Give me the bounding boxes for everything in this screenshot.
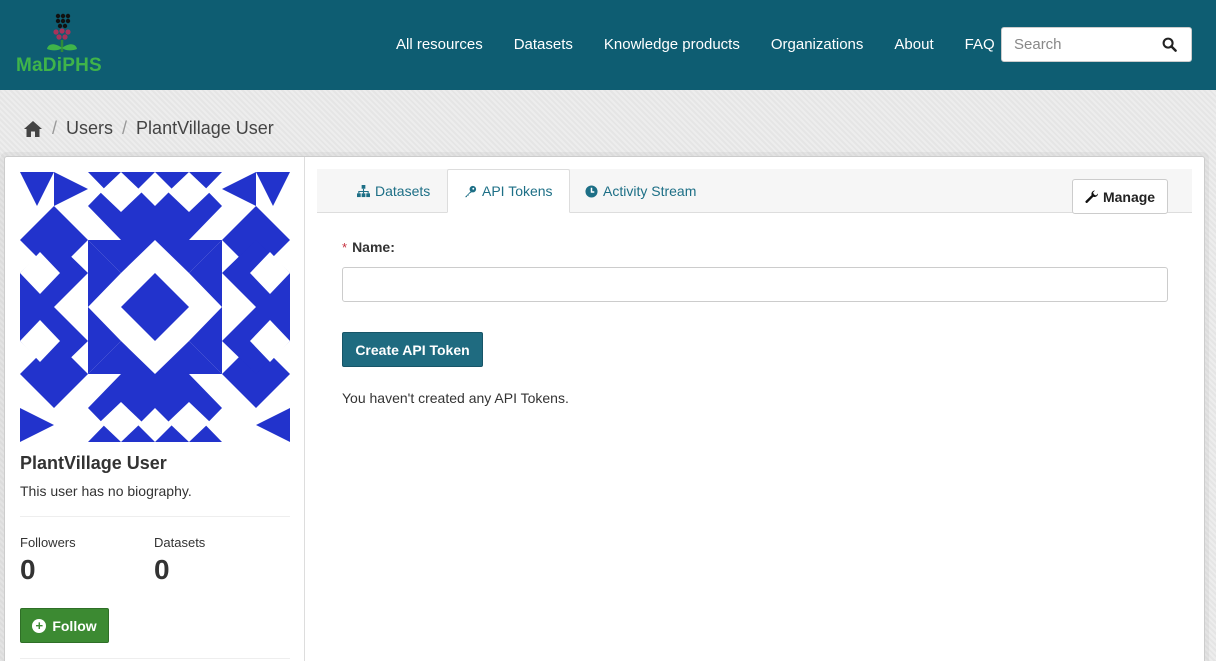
nav-faq[interactable]: FAQ — [965, 36, 995, 53]
datasets-stat: Datasets 0 — [154, 535, 205, 586]
empty-tokens-message: You haven't created any API Tokens. — [342, 390, 569, 406]
profile-sidebar: PlantVillage User This user has no biogr… — [5, 157, 305, 661]
followers-count: 0 — [20, 554, 36, 585]
tab-activity-stream[interactable]: Activity Stream — [569, 169, 712, 213]
logo-text: MaDiPHS — [16, 55, 102, 76]
tab-api-tokens-label: API Tokens — [482, 183, 553, 199]
avatar — [20, 172, 290, 442]
required-mark: * — [342, 240, 348, 255]
divider — [20, 658, 290, 659]
search-box — [1001, 27, 1192, 62]
nav-knowledge-products[interactable]: Knowledge products — [604, 36, 740, 53]
home-icon[interactable] — [23, 120, 43, 138]
nav-about[interactable]: About — [894, 36, 933, 53]
manage-button[interactable]: Manage — [1072, 179, 1168, 214]
user-bio: This user has no biography. — [20, 483, 192, 499]
key-icon — [464, 185, 477, 197]
content-wrapper: PlantVillage User This user has no biogr… — [4, 156, 1205, 661]
user-name: PlantVillage User — [20, 453, 167, 473]
datasets-count: 0 — [154, 554, 170, 585]
tab-api-tokens[interactable]: API Tokens — [447, 169, 570, 213]
name-field-label: * Name: — [342, 239, 395, 255]
tab-activity-stream-label: Activity Stream — [603, 183, 697, 199]
divider — [20, 516, 290, 517]
wrench-icon — [1085, 189, 1098, 203]
follow-button[interactable]: + Follow — [20, 608, 109, 643]
tab-datasets[interactable]: Datasets — [341, 169, 446, 213]
name-label-text: Name: — [352, 239, 395, 255]
create-api-token-button[interactable]: Create API Token — [342, 332, 483, 367]
breadcrumb-separator: / — [52, 118, 58, 138]
site-logo[interactable]: MaDiPHS — [14, 12, 114, 78]
manage-label: Manage — [1102, 188, 1156, 205]
followers-stat: Followers 0 — [20, 535, 76, 586]
token-name-input[interactable] — [342, 267, 1168, 302]
main-nav: All resources Datasets Knowledge product… — [396, 36, 1026, 53]
breadcrumb-separator: / — [122, 118, 128, 138]
breadcrumb-users[interactable]: Users — [66, 118, 113, 139]
breadcrumb-current-user[interactable]: PlantVillage User — [136, 118, 274, 139]
follow-label: Follow — [52, 617, 97, 634]
plant-logo-icon — [47, 13, 77, 52]
nav-all-resources[interactable]: All resources — [396, 36, 483, 53]
nav-organizations[interactable]: Organizations — [771, 36, 864, 53]
breadcrumb: / Users / PlantVillage User — [23, 118, 274, 139]
followers-label: Followers — [20, 535, 76, 550]
nav-datasets[interactable]: Datasets — [514, 36, 573, 53]
clock-icon — [585, 184, 598, 198]
tab-bar: Datasets API Tokens Activity Stream Mana… — [317, 169, 1192, 214]
primary-content: Datasets API Tokens Activity Stream Mana… — [317, 157, 1192, 661]
datasets-label: Datasets — [154, 535, 206, 550]
plus-circle-icon: + — [32, 618, 47, 633]
search-input[interactable] — [1014, 36, 1154, 53]
tab-datasets-label: Datasets — [375, 183, 431, 199]
search-icon[interactable] — [1162, 37, 1177, 52]
sitemap-icon — [357, 184, 370, 197]
site-header: MaDiPHS All resources Datasets Knowledge… — [0, 0, 1216, 90]
